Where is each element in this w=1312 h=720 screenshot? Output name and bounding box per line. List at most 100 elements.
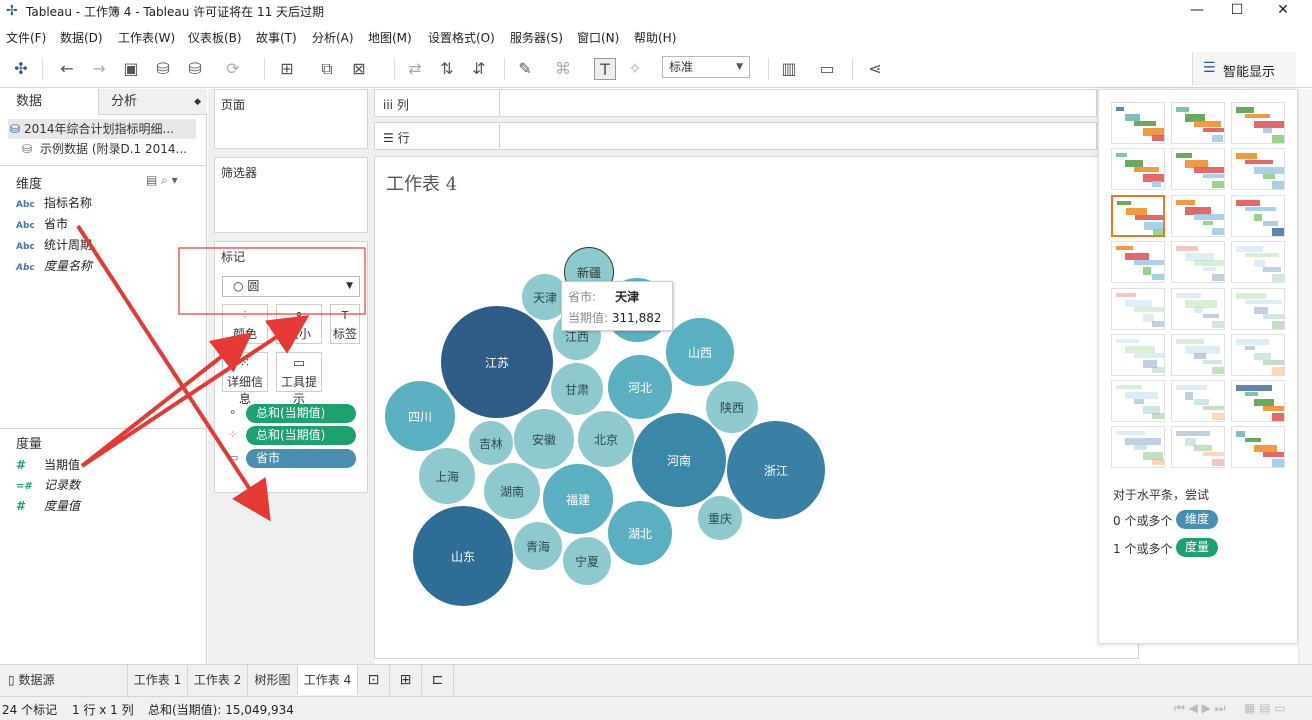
size-button[interactable]: ⚬ 大小: [276, 304, 322, 344]
chart-type-side-by-side-circles-icon[interactable]: [1231, 241, 1285, 283]
chart-type-discrete-lines-icon[interactable]: [1171, 288, 1225, 330]
field-dimension[interactable]: Abc 统计周期: [16, 235, 92, 255]
new-worksheet-icon[interactable]: ⊡: [358, 665, 390, 695]
group-icon[interactable]: ⌘: [552, 58, 574, 80]
tab-data[interactable]: 数据: [0, 89, 98, 115]
show-labels-icon[interactable]: T: [594, 58, 616, 80]
chart-type-bullet-graph-icon[interactable]: [1171, 426, 1225, 468]
chart-type-text-table-icon[interactable]: [1111, 102, 1165, 144]
chart-type-pie-chart-icon[interactable]: [1231, 148, 1285, 190]
list-view-icon[interactable]: ▤ ⌕ ▾: [146, 173, 178, 188]
field-dimension[interactable]: Abc 省市: [16, 214, 68, 234]
chart-type-histogram-icon[interactable]: [1171, 380, 1225, 422]
tableau-home-icon[interactable]: ✣: [10, 58, 32, 80]
chart-type-continuous-lines-icon[interactable]: [1111, 288, 1165, 330]
chart-type-box-plot-icon[interactable]: [1231, 380, 1285, 422]
tab-datasource[interactable]: ▯ 数据源: [0, 665, 128, 695]
chart-type-heat-map-icon[interactable]: [1171, 102, 1225, 144]
tab-sheet-4[interactable]: 工作表 4: [298, 665, 358, 695]
clear-sheet-icon[interactable]: ⊠: [348, 58, 370, 80]
label-button[interactable]: T 标签: [330, 304, 360, 344]
new-dashboard-icon[interactable]: ⊞: [390, 665, 422, 695]
share-icon[interactable]: ⋖: [864, 58, 886, 80]
rows-shelf[interactable]: ☰ 行: [374, 122, 1097, 150]
fix-axes-icon[interactable]: ✧: [624, 58, 646, 80]
view-mode-icon[interactable]: ▦ ▤ ▭: [1244, 701, 1286, 715]
refresh-icon[interactable]: ⟳: [222, 58, 244, 80]
redo-icon[interactable]: →: [88, 58, 110, 80]
chart-type-area-continuous-icon[interactable]: [1111, 334, 1165, 376]
menu-help[interactable]: 帮助(H): [634, 29, 676, 46]
field-dimension[interactable]: Abc 度量名称: [16, 256, 92, 276]
color-pill[interactable]: 总和(当期值): [246, 426, 356, 445]
new-worksheet-icon[interactable]: ⊞: [276, 58, 298, 80]
chart-type-area-discrete-icon[interactable]: [1171, 334, 1225, 376]
detail-button[interactable]: ⁙ 详细信息: [222, 352, 268, 406]
show-me-button[interactable]: ☰ 智能显示: [1192, 52, 1296, 86]
menu-dashboard[interactable]: 仪表板(B): [188, 29, 242, 46]
chart-type-circle-view-icon[interactable]: [1171, 241, 1225, 283]
bubble-mark[interactable]: 吉林: [468, 420, 514, 466]
new-datasource-icon[interactable]: ⛁: [152, 58, 174, 80]
tab-treemap[interactable]: 树形图: [248, 665, 298, 695]
sort-descending-icon[interactable]: ⇵: [468, 58, 490, 80]
maximize-button[interactable]: ☐: [1214, 0, 1260, 22]
bubble-mark[interactable]: 宁夏: [562, 536, 612, 586]
bubble-mark[interactable]: 青海: [513, 521, 563, 571]
columns-shelf[interactable]: iii 列: [374, 89, 1097, 117]
chart-type-side-by-side-bars-icon[interactable]: [1231, 195, 1285, 237]
chart-type-treemap-icon[interactable]: [1111, 241, 1165, 283]
undo-icon[interactable]: ←: [56, 58, 78, 80]
bubble-mark[interactable]: 浙江: [726, 420, 826, 520]
menu-story[interactable]: 故事(T): [256, 29, 297, 46]
mark-type-select[interactable]: ○ 圆 ▼: [222, 276, 360, 297]
bubble-mark[interactable]: 河北: [607, 354, 673, 420]
filters-shelf[interactable]: 筛选器: [214, 157, 368, 233]
presentation-mode-icon[interactable]: ▭: [816, 58, 838, 80]
chart-type-stacked-bars-icon[interactable]: [1171, 195, 1225, 237]
vertical-scrollbar[interactable]: [1298, 89, 1312, 664]
menu-map[interactable]: 地图(M): [368, 29, 412, 46]
duplicate-sheet-icon[interactable]: ⧉: [316, 58, 338, 80]
bubble-mark[interactable]: 安徽: [513, 408, 575, 470]
chart-type-symbol-map-icon[interactable]: [1111, 148, 1165, 190]
field-measure[interactable]: # 当期值: [16, 455, 80, 475]
bubble-mark[interactable]: 北京: [577, 410, 635, 468]
bubble-mark[interactable]: 河南: [631, 412, 727, 508]
menu-server[interactable]: 服务器(S): [510, 29, 563, 46]
menu-analysis[interactable]: 分析(A): [312, 29, 354, 46]
label-pill[interactable]: 省市: [246, 449, 356, 468]
menu-format[interactable]: 设置格式(O): [428, 29, 495, 46]
bubble-mark[interactable]: 甘肃: [550, 362, 604, 416]
show-cards-icon[interactable]: ▥: [778, 58, 800, 80]
chart-type-highlight-table-icon[interactable]: [1231, 102, 1285, 144]
pager-controls-icon[interactable]: ⏮ ◀ ▶ ⏭: [1174, 701, 1226, 716]
menu-data[interactable]: 数据(D): [60, 29, 103, 46]
bubble-mark[interactable]: 山西: [665, 317, 735, 387]
chart-type-dual-lines-icon[interactable]: [1231, 288, 1285, 330]
chart-type-scatter-plot-icon[interactable]: [1111, 380, 1165, 422]
chart-type-horizontal-bars-icon[interactable]: [1111, 195, 1165, 237]
bubble-mark[interactable]: 福建: [542, 463, 614, 535]
chart-type-filled-map-icon[interactable]: [1171, 148, 1225, 190]
tab-sheet-1[interactable]: 工作表 1: [128, 665, 188, 695]
pause-updates-icon[interactable]: ⛁: [184, 58, 206, 80]
chart-type-gantt-chart-icon[interactable]: [1111, 426, 1165, 468]
datasource-item[interactable]: ⛁ 示例数据 (附录D.1 2014...: [8, 139, 196, 159]
save-icon[interactable]: ▣: [120, 58, 142, 80]
field-measure[interactable]: =# 记录数: [16, 475, 80, 495]
menu-file[interactable]: 文件(F): [6, 29, 46, 46]
bubble-mark[interactable]: 四川: [384, 380, 456, 452]
highlight-icon[interactable]: ✎: [514, 58, 536, 80]
chart-type-dual-combination-icon[interactable]: [1231, 334, 1285, 376]
bubble-mark[interactable]: 上海: [418, 447, 476, 505]
bubble-mark[interactable]: 重庆: [697, 495, 743, 541]
swap-icon[interactable]: ⇄: [404, 58, 426, 80]
bubble-mark[interactable]: 湖南: [483, 462, 541, 520]
new-story-icon[interactable]: ⊏: [422, 665, 454, 695]
tab-analysis[interactable]: 分析 ◆: [98, 89, 207, 115]
bubble-mark[interactable]: 山东: [412, 505, 514, 607]
menu-worksheet[interactable]: 工作表(W): [118, 29, 175, 46]
close-button[interactable]: ✕: [1260, 0, 1306, 22]
menu-window[interactable]: 窗口(N): [577, 29, 619, 46]
